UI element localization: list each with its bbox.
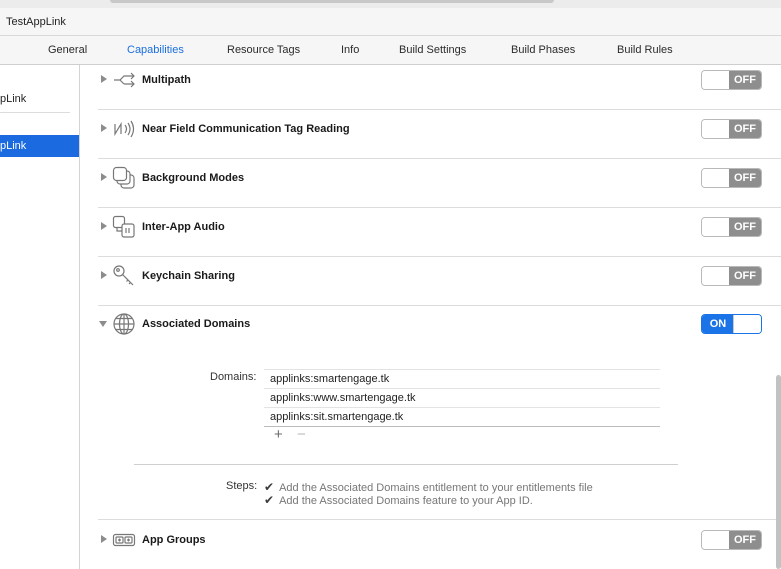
capability-row-app-groups: App Groups OFF [98,521,781,569]
toggle-state-label: OFF [729,531,761,549]
capability-name: Keychain Sharing [142,270,235,282]
tab-build-settings[interactable]: Build Settings [399,44,466,56]
tab-general[interactable]: General [48,44,87,56]
add-domain-button[interactable]: + [274,426,283,443]
domain-entry[interactable]: applinks:www.smartengage.tk [264,389,660,408]
step-text: Add the Associated Domains feature to yo… [279,495,533,507]
step-item: ✔ Add the Associated Domains entitlement … [264,480,593,494]
capability-name: Associated Domains [142,318,251,330]
disclosure-triangle-open[interactable] [99,321,107,327]
toggle-knob [702,531,730,549]
tab-info[interactable]: Info [341,44,359,56]
checkmark-icon: ✔ [264,480,275,494]
toggle-state-label: OFF [729,71,761,89]
tab-build-phases[interactable]: Build Phases [511,44,575,56]
sidebar-item-project[interactable]: pLink [0,88,79,113]
disclosure-triangle[interactable] [101,222,107,230]
toggle-state-label: OFF [729,267,761,285]
capability-toggle[interactable]: OFF [701,266,762,286]
disclosure-triangle[interactable] [101,124,107,132]
tab-resource-tags[interactable]: Resource Tags [227,44,300,56]
background-modes-icon [112,166,136,190]
checkmark-icon: ✔ [264,493,275,507]
capability-row-multipath: Multipath OFF [98,61,781,110]
toggle-state-label: OFF [729,120,761,138]
capability-name: Multipath [142,74,191,86]
domain-entry[interactable]: applinks:sit.smartengage.tk [264,408,660,427]
capability-name: Near Field Communication Tag Reading [142,123,350,135]
toggle-knob [702,218,730,236]
vertical-scrollbar[interactable] [776,375,781,569]
sidebar-item-target[interactable]: pLink [0,135,79,157]
toggle-knob [702,267,730,285]
capability-name: App Groups [142,534,206,546]
globe-icon [112,312,136,336]
capability-name: Inter-App Audio [142,221,225,233]
capability-row-keychain-sharing: Keychain Sharing OFF [98,257,781,306]
tab-build-rules[interactable]: Build Rules [617,44,673,56]
capability-row-associated-domains: Associated Domains ON Domains: applinks:… [98,305,781,520]
capability-toggle[interactable]: OFF [701,217,762,237]
domain-entry[interactable]: applinks:smartengage.tk [264,370,660,389]
toggle-state-label: ON [702,315,734,333]
target-sidebar: pLink pLink [0,65,80,569]
project-title: TestAppLink [6,16,66,28]
toggle-state-label: OFF [729,218,761,236]
domains-label: Domains: [210,371,257,383]
disclosure-triangle[interactable] [101,271,107,279]
capability-name: Background Modes [142,172,245,184]
disclosure-triangle[interactable] [101,75,107,83]
toggle-knob [702,169,730,187]
steps-label: Steps: [226,480,258,492]
capability-row-nfc: Near Field Communication Tag Reading OFF [98,110,781,159]
disclosure-triangle[interactable] [101,535,107,543]
capability-toggle[interactable]: ON [701,314,762,334]
capability-row-background-modes: Background Modes OFF [98,159,781,208]
step-item: ✔ Add the Associated Domains feature to y… [264,493,533,507]
title-bar: TestAppLink [0,8,781,36]
window-resize-knob[interactable] [110,0,554,3]
steps-divider [134,464,678,465]
window-top-strip [0,0,781,8]
capability-toggle[interactable]: OFF [701,119,762,139]
domains-list: applinks:smartengage.tk applinks:www.sma… [264,369,660,427]
app-groups-icon [112,528,136,552]
remove-domain-button[interactable]: − [297,426,306,443]
nfc-icon [112,117,136,141]
disclosure-triangle[interactable] [101,173,107,181]
capability-toggle[interactable]: OFF [701,70,762,90]
capability-toggle[interactable]: OFF [701,168,762,188]
tab-capabilities[interactable]: Capabilities [127,44,184,56]
toggle-state-label: OFF [729,169,761,187]
toggle-knob [733,315,761,333]
key-icon [112,264,136,288]
capabilities-list: Multipath OFF Near Field Communication T… [80,65,781,569]
domain-list-controls: + − [274,426,316,443]
toggle-knob [702,71,730,89]
capability-toggle[interactable]: OFF [701,530,762,550]
toggle-knob [702,120,730,138]
multipath-icon [112,68,136,92]
capability-row-inter-app-audio: Inter-App Audio OFF [98,208,781,257]
inter-app-audio-icon [112,215,136,239]
